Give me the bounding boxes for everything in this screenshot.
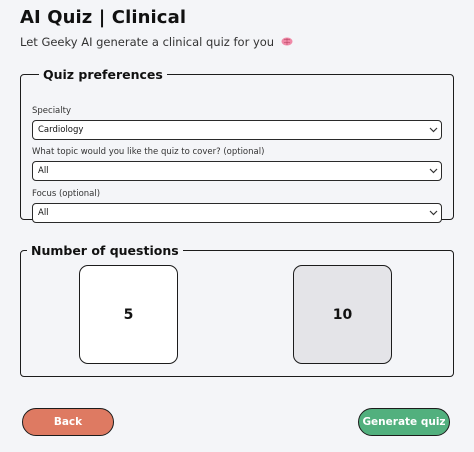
chevron-down-icon — [425, 162, 441, 180]
specialty-value: Cardiology — [38, 125, 84, 135]
number-of-questions-legend: Number of questions — [31, 243, 179, 258]
brain-icon — [281, 36, 293, 49]
specialty-select[interactable]: Cardiology — [32, 120, 442, 140]
page-subtitle: Let Geeky AI generate a clinical quiz fo… — [20, 35, 293, 49]
topic-label: What topic would you like the quiz to co… — [32, 147, 265, 157]
focus-select[interactable]: All — [32, 203, 442, 223]
question-count-option-10[interactable]: 10 — [293, 265, 392, 364]
page-title: AI Quiz | Clinical — [20, 7, 187, 28]
question-count-label: 5 — [123, 306, 134, 323]
focus-value: All — [38, 208, 49, 218]
quiz-preferences-legend: Quiz preferences — [43, 67, 163, 82]
question-count-label: 10 — [332, 306, 353, 323]
subtitle-text: Let Geeky AI generate a clinical quiz fo… — [20, 35, 275, 49]
topic-value: All — [38, 166, 49, 176]
quiz-preferences-section: Quiz preferences Specialty Cardiology Wh… — [20, 67, 454, 223]
chevron-down-icon — [425, 204, 441, 222]
specialty-label: Specialty — [32, 106, 71, 116]
back-button[interactable]: Back — [22, 408, 114, 436]
focus-label: Focus (optional) — [32, 189, 101, 199]
topic-select[interactable]: All — [32, 161, 442, 181]
chevron-down-icon — [425, 121, 441, 139]
question-count-option-5[interactable]: 5 — [79, 265, 178, 364]
generate-quiz-button[interactable]: Generate quiz — [358, 408, 450, 436]
